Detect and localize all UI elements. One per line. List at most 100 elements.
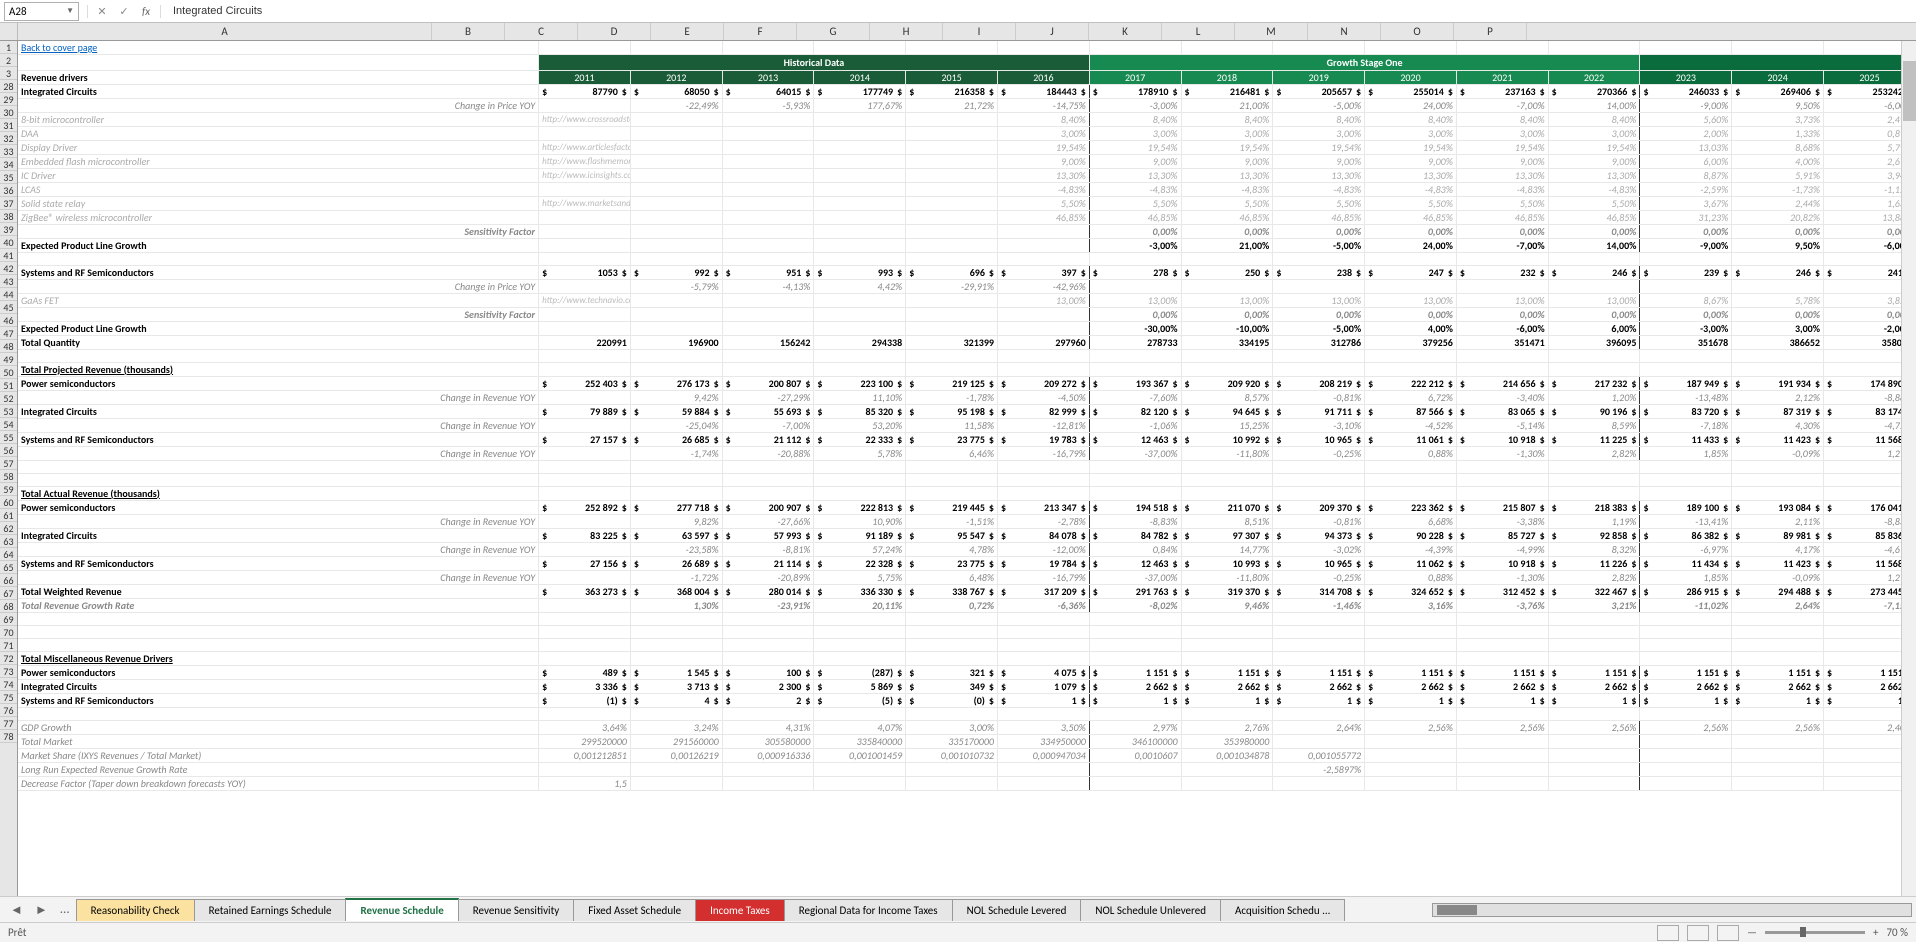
tab-revenue-schedule[interactable]: Revenue Schedule [345,898,458,921]
tab-fixed-asset[interactable]: Fixed Asset Schedule [573,899,696,921]
row-header-46[interactable]: 46 [0,314,17,327]
zoom-slider[interactable] [1765,931,1865,934]
row-header-51[interactable]: 51 [0,379,17,392]
row-header-74[interactable]: 74 [0,678,17,691]
col-header-k[interactable]: K [1089,23,1162,40]
row-header-45[interactable]: 45 [0,301,17,314]
col-header-d[interactable]: D [578,23,651,40]
row-header-53[interactable]: 53 [0,405,17,418]
row-header-3[interactable]: 3 [0,67,17,80]
row-header-29[interactable]: 29 [0,93,17,106]
tab-revenue-sensitivity[interactable]: Revenue Sensitivity [458,899,574,921]
row-header-64[interactable]: 64 [0,548,17,561]
row-header-38[interactable]: 38 [0,210,17,223]
tab-nol-unlevered[interactable]: NOL Schedule Unlevered [1080,899,1221,921]
row-header-63[interactable]: 63 [0,535,17,548]
row-header-33[interactable]: 33 [0,145,17,158]
zoom-minus[interactable]: — [1747,926,1757,939]
col-header-o[interactable]: O [1381,23,1454,40]
col-header-f[interactable]: F [724,23,797,40]
col-header-c[interactable]: C [505,23,578,40]
grid[interactable]: Back to cover pageHistorical DataGrowth … [18,41,1916,896]
row-header-28[interactable]: 28 [0,80,17,93]
col-header-p[interactable]: P [1454,23,1527,40]
horizontal-tab-scrollbar[interactable] [1432,903,1912,917]
tab-income-taxes[interactable]: Income Taxes [695,899,785,921]
row-header-68[interactable]: 68 [0,600,17,613]
row-header-70[interactable]: 70 [0,626,17,639]
col-header-e[interactable]: E [651,23,724,40]
view-normal-icon[interactable] [1657,925,1679,941]
row-header-31[interactable]: 31 [0,119,17,132]
select-all-corner[interactable] [0,23,18,40]
row-header-72[interactable]: 72 [0,652,17,665]
row-header-37[interactable]: 37 [0,197,17,210]
row-header-77[interactable]: 77 [0,717,17,730]
row-header-71[interactable]: 71 [0,639,17,652]
view-layout-icon[interactable] [1687,925,1709,941]
row-header-36[interactable]: 36 [0,184,17,197]
tab-nol-levered[interactable]: NOL Schedule Levered [952,899,1082,921]
formula-input[interactable] [169,2,1912,21]
cancel-icon[interactable]: ✕ [94,5,110,18]
tab-retained-earnings[interactable]: Retained Earnings Schedule [194,899,347,921]
row-header-48[interactable]: 48 [0,340,17,353]
row-header-41[interactable]: 41 [0,249,17,262]
col-header-g[interactable]: G [797,23,870,40]
col-header-i[interactable]: I [943,23,1016,40]
col-header-h[interactable]: H [870,23,943,40]
tab-regional-data[interactable]: Regional Data for Income Taxes [784,899,953,921]
tab-nav-next[interactable]: ► [29,902,54,918]
row-header-75[interactable]: 75 [0,691,17,704]
row-header-58[interactable]: 58 [0,470,17,483]
row-header-43[interactable]: 43 [0,275,17,288]
row-header-30[interactable]: 30 [0,106,17,119]
row-header-65[interactable]: 65 [0,561,17,574]
view-pagebreak-icon[interactable] [1717,925,1739,941]
col-header-n[interactable]: N [1308,23,1381,40]
row-header-54[interactable]: 54 [0,418,17,431]
col-header-l[interactable]: L [1162,23,1235,40]
row-header-2[interactable]: 2 [0,54,17,67]
tab-acquisition[interactable]: Acquisition Schedu ... [1220,899,1345,921]
row-header-56[interactable]: 56 [0,444,17,457]
zoom-thumb[interactable] [1800,927,1806,937]
row-header-67[interactable]: 67 [0,587,17,600]
fx-icon[interactable]: fx [138,5,154,18]
col-header-b[interactable]: B [432,23,505,40]
row-header-60[interactable]: 60 [0,496,17,509]
row-header-57[interactable]: 57 [0,457,17,470]
row-header-47[interactable]: 47 [0,327,17,340]
row-header-55[interactable]: 55 [0,431,17,444]
row-header-34[interactable]: 34 [0,158,17,171]
row-header-66[interactable]: 66 [0,574,17,587]
col-header-j[interactable]: J [1016,23,1089,40]
cell-reference-box[interactable]: A28 ▼ [4,2,79,21]
back-link[interactable]: Back to cover page [21,41,97,54]
row-header-52[interactable]: 52 [0,392,17,405]
tab-scroll-thumb[interactable] [1437,905,1477,915]
spreadsheet-table[interactable]: Back to cover pageHistorical DataGrowth … [18,41,1916,791]
row-header-39[interactable]: 39 [0,223,17,236]
row-header-32[interactable]: 32 [0,132,17,145]
row-header-59[interactable]: 59 [0,483,17,496]
tab-reasonability[interactable]: Reasonability Check [76,899,195,921]
row-header-1[interactable]: 1 [0,41,17,54]
col-header-a[interactable]: A [18,23,432,40]
tab-nav-prev[interactable]: ◄ [4,902,29,918]
tab-nav-dots[interactable]: ... [54,902,76,917]
row-header-44[interactable]: 44 [0,288,17,301]
zoom-level[interactable]: 70 % [1886,926,1908,939]
accept-icon[interactable]: ✓ [116,5,132,18]
row-header-42[interactable]: 42 [0,262,17,275]
row-header-35[interactable]: 35 [0,171,17,184]
zoom-plus[interactable]: + [1873,926,1878,939]
row-header-61[interactable]: 61 [0,509,17,522]
vertical-scrollbar[interactable] [1901,41,1916,896]
row-header-49[interactable]: 49 [0,353,17,366]
col-header-m[interactable]: M [1235,23,1308,40]
row-header-62[interactable]: 62 [0,522,17,535]
row-header-76[interactable]: 76 [0,704,17,717]
row-header-78[interactable]: 78 [0,730,17,743]
row-header-69[interactable]: 69 [0,613,17,626]
